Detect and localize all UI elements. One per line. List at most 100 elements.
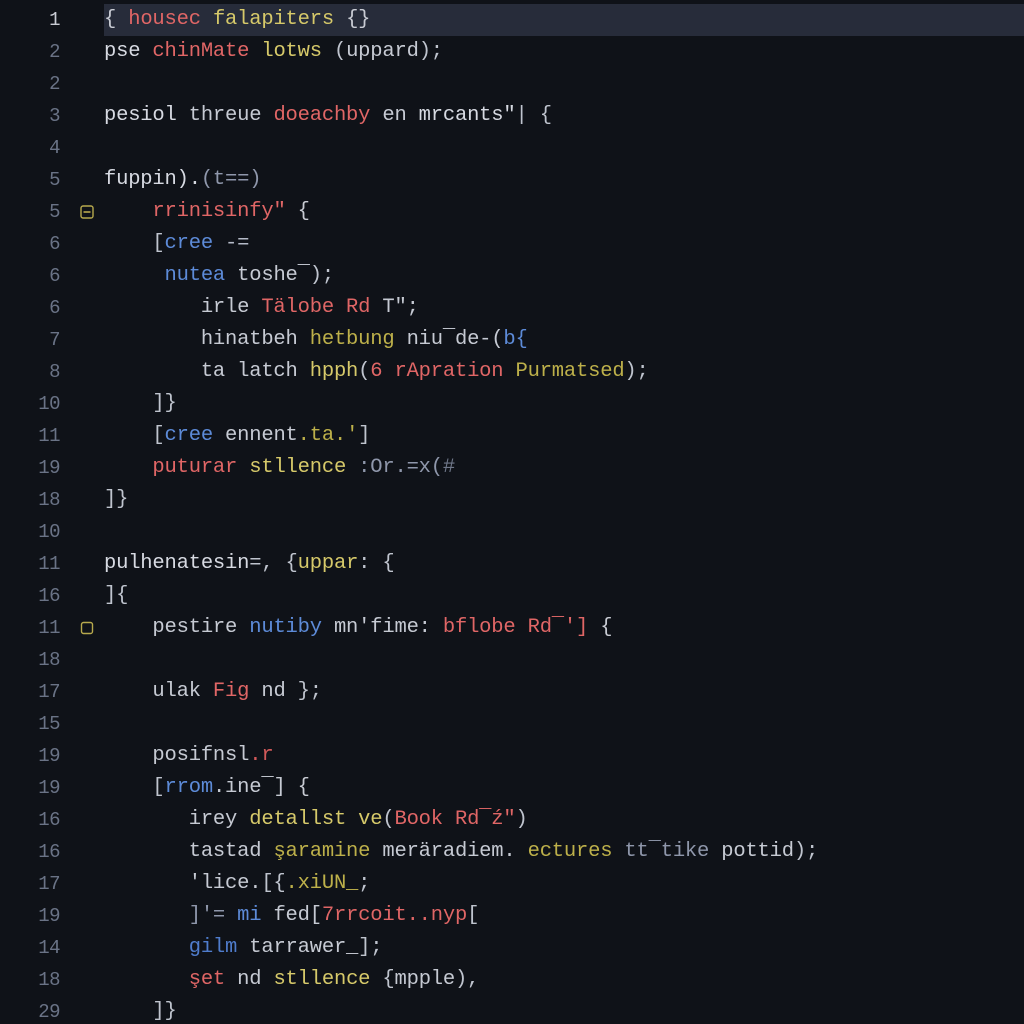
token: [ bbox=[467, 904, 479, 927]
token bbox=[104, 264, 165, 287]
token: .xiUN_ bbox=[286, 872, 359, 895]
token: meräradiem. bbox=[382, 840, 527, 863]
code-editor[interactable]: 1223455666781011191810111611181715191916… bbox=[0, 0, 1024, 1024]
token: falapiters bbox=[213, 8, 346, 31]
code-line[interactable]: fuppin).(t==) bbox=[104, 164, 1024, 196]
token: .ta.' bbox=[298, 424, 359, 447]
token: pottid bbox=[721, 840, 794, 863]
token: threue bbox=[189, 104, 274, 127]
token: detallst ve bbox=[249, 808, 382, 831]
code-line[interactable]: irle Tälobe Rd T"; bbox=[104, 292, 1024, 324]
token: {} bbox=[346, 8, 370, 31]
code-line[interactable]: [cree -= bbox=[104, 228, 1024, 260]
token: ); bbox=[310, 264, 334, 287]
line-number: 1 bbox=[0, 4, 78, 36]
token: { bbox=[104, 8, 128, 31]
token: pesiol bbox=[104, 104, 189, 127]
fold-slot bbox=[78, 388, 104, 420]
token: 6 rApration bbox=[370, 360, 515, 383]
code-line[interactable]: irey detallst ve(Book Rd¯ź") bbox=[104, 804, 1024, 836]
code-line[interactable]: [rrom.ine¯] { bbox=[104, 772, 1024, 804]
fold-slot bbox=[78, 548, 104, 580]
code-line[interactable]: hinatbeh hetbung niu¯de-(b{ bbox=[104, 324, 1024, 356]
fold-column bbox=[78, 0, 104, 1024]
code-line[interactable]: ulak Fig nd }; bbox=[104, 676, 1024, 708]
code-line[interactable]: tastad şaramine meräradiem. ectures tt¯t… bbox=[104, 836, 1024, 868]
code-line[interactable]: rrinisinfy" { bbox=[104, 196, 1024, 228]
token: : { bbox=[358, 552, 394, 575]
line-number: 18 bbox=[0, 484, 78, 516]
token: 'lice. bbox=[104, 872, 261, 895]
fold-slot bbox=[78, 356, 104, 388]
line-number: 7 bbox=[0, 324, 78, 356]
token: şet bbox=[189, 968, 237, 991]
line-number: 16 bbox=[0, 836, 78, 868]
code-line[interactable] bbox=[104, 708, 1024, 740]
code-line[interactable]: posifnsl.r bbox=[104, 740, 1024, 772]
token: mrcants" bbox=[419, 104, 516, 127]
token: rrinisinfy" bbox=[152, 200, 297, 223]
code-line[interactable]: puturar stllence :Or.=x(# bbox=[104, 452, 1024, 484]
code-line[interactable]: { housec falapiters {} bbox=[104, 4, 1024, 36]
code-line[interactable]: ]} bbox=[104, 484, 1024, 516]
token: ]} bbox=[104, 1000, 177, 1023]
token: en bbox=[382, 104, 418, 127]
fold-box-icon[interactable] bbox=[80, 621, 94, 635]
code-line[interactable] bbox=[104, 644, 1024, 676]
code-line[interactable]: şet nd stllence {mpple), bbox=[104, 964, 1024, 996]
token: ]{ bbox=[104, 584, 128, 607]
token: mi bbox=[237, 904, 273, 927]
token: rrom bbox=[165, 776, 213, 799]
fold-slot bbox=[78, 932, 104, 964]
fold-slot bbox=[78, 68, 104, 100]
token: (t==) bbox=[201, 168, 262, 191]
fold-slot bbox=[78, 260, 104, 292]
code-line[interactable]: ]} bbox=[104, 388, 1024, 420]
fold-slot bbox=[78, 580, 104, 612]
token: [{ bbox=[261, 872, 285, 895]
code-line[interactable]: gilm tarrawer_]; bbox=[104, 932, 1024, 964]
code-line[interactable]: ta latch hpph(6 rApration Purmatsed); bbox=[104, 356, 1024, 388]
token: .r bbox=[249, 744, 273, 767]
code-line[interactable]: pestire nutiby mn'fime: bflobe Rd¯'] { bbox=[104, 612, 1024, 644]
code-line[interactable]: pesiol threue doeachby en mrcants"| { bbox=[104, 100, 1024, 132]
code-line[interactable]: pse chinMate lotws (uppard); bbox=[104, 36, 1024, 68]
code-line[interactable]: nutea toshe¯); bbox=[104, 260, 1024, 292]
fold-slot bbox=[78, 228, 104, 260]
token: }; bbox=[298, 680, 322, 703]
token: nd bbox=[261, 680, 297, 703]
token: nutea bbox=[165, 264, 238, 287]
fold-minus-icon[interactable] bbox=[80, 205, 94, 219]
code-line[interactable] bbox=[104, 516, 1024, 548]
token: doeachby bbox=[273, 104, 382, 127]
code-line[interactable]: pulhenatesin=, {uppar: { bbox=[104, 548, 1024, 580]
token: puturar bbox=[152, 456, 249, 479]
code-line[interactable] bbox=[104, 132, 1024, 164]
code-line[interactable] bbox=[104, 68, 1024, 100]
fold-slot bbox=[78, 452, 104, 484]
line-number: 29 bbox=[0, 996, 78, 1024]
code-line[interactable]: ]} bbox=[104, 996, 1024, 1024]
fold-slot bbox=[78, 644, 104, 676]
fold-slot bbox=[78, 836, 104, 868]
fold-slot bbox=[78, 420, 104, 452]
code-line[interactable]: ]'= mi fed[7rrcoit..nyp[ bbox=[104, 900, 1024, 932]
token: tt¯tike bbox=[624, 840, 721, 863]
line-number: 5 bbox=[0, 196, 78, 228]
line-number: 10 bbox=[0, 516, 78, 548]
token: ); bbox=[419, 40, 443, 63]
token: | { bbox=[516, 104, 552, 127]
token: pse bbox=[104, 40, 152, 63]
code-line[interactable]: 'lice.[{.xiUN_; bbox=[104, 868, 1024, 900]
fold-slot bbox=[78, 964, 104, 996]
token: -= bbox=[225, 232, 249, 255]
token: Tälobe Rd bbox=[261, 296, 382, 319]
fold-slot bbox=[78, 804, 104, 836]
code-line[interactable]: [cree ennent.ta.'] bbox=[104, 420, 1024, 452]
token: niu¯de-( bbox=[407, 328, 504, 351]
token: uppar bbox=[298, 552, 359, 575]
token: cree bbox=[165, 424, 226, 447]
code-area[interactable]: { housec falapiters {}pse chinMate lotws… bbox=[104, 0, 1024, 1024]
code-line[interactable]: ]{ bbox=[104, 580, 1024, 612]
token: :Or.=x( bbox=[358, 456, 443, 479]
